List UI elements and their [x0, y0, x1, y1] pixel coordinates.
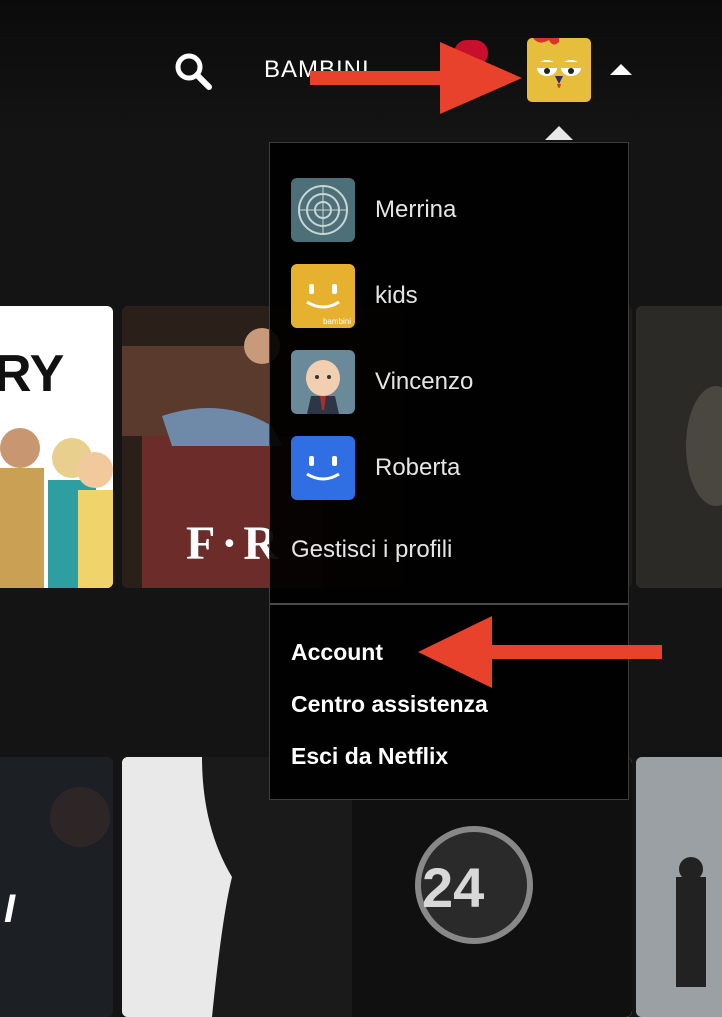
- profile-item-merrina[interactable]: Merrina: [291, 178, 611, 242]
- title-fragment: RY: [0, 345, 65, 403]
- dropdown-pointer: [545, 126, 573, 140]
- title-card-partial-right[interactable]: [636, 306, 722, 588]
- thumbnail-image: [636, 757, 722, 1017]
- title-card-dark-left[interactable]: I: [0, 757, 113, 1017]
- annotation-arrow-to-account: [418, 616, 662, 688]
- thumbnail-image: [636, 306, 722, 588]
- profile-dropdown-menu: Merrina bambini kids Vincenzo Roberta Ge…: [269, 142, 629, 800]
- profile-name: Merrina: [375, 196, 457, 223]
- help-center-link[interactable]: Centro assistenza: [291, 691, 488, 718]
- search-button[interactable]: [172, 50, 214, 92]
- annotation-arrow-to-avatar: [310, 42, 522, 114]
- caret-up-icon[interactable]: [610, 64, 632, 75]
- profile-name: Vincenzo: [375, 368, 474, 395]
- sign-out-link[interactable]: Esci da Netflix: [291, 743, 448, 770]
- profile-avatar: [291, 350, 355, 414]
- profile-name: Roberta: [375, 454, 461, 481]
- title-fragment: 24: [422, 856, 485, 919]
- profile-item-kids[interactable]: bambini kids: [291, 264, 611, 328]
- thumbnail-image: [0, 757, 113, 1017]
- profile-item-vincenzo[interactable]: Vincenzo: [291, 350, 611, 414]
- mandala-avatar-icon: [291, 178, 355, 242]
- profile-avatar: bambini: [291, 264, 355, 328]
- search-icon: [175, 53, 212, 90]
- title-fragment: I: [4, 887, 16, 931]
- profile-avatar: [291, 178, 355, 242]
- profile-avatar: [291, 436, 355, 500]
- kids-avatar-caption: bambini: [322, 317, 351, 326]
- cast-illustration: [0, 428, 113, 588]
- menu-divider: [270, 603, 628, 605]
- chicken-avatar-icon: [527, 38, 591, 102]
- manage-profiles-link[interactable]: Gestisci i profili: [291, 536, 452, 564]
- blue-smile-avatar-icon: [291, 436, 355, 500]
- profile-name: kids: [375, 282, 418, 309]
- account-link[interactable]: Account: [291, 639, 383, 666]
- account-avatar[interactable]: [527, 38, 591, 102]
- title-card-big-bang-theory[interactable]: RY: [0, 306, 113, 588]
- title-card-partial-right-2[interactable]: [636, 757, 722, 1017]
- profile-item-roberta[interactable]: Roberta: [291, 436, 611, 500]
- baby-boss-avatar-icon: [291, 350, 355, 414]
